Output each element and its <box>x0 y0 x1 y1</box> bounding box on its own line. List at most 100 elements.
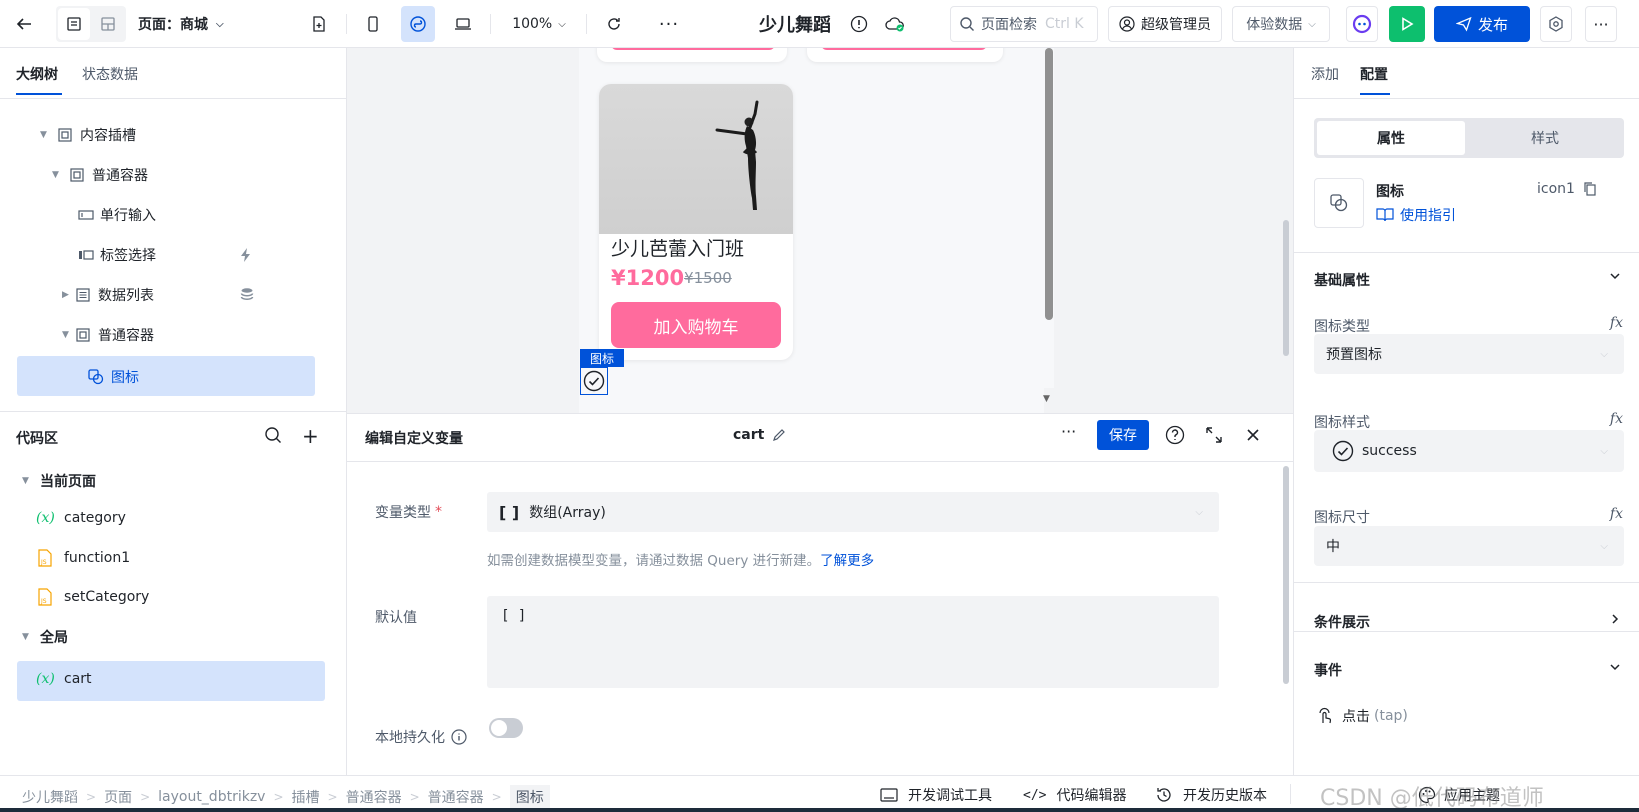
help-icon[interactable] <box>1165 425 1185 445</box>
tree-item-content-slot[interactable]: ▼ 内容插槽 <box>40 116 136 154</box>
user-icon <box>1119 16 1135 32</box>
edit-pencil-icon[interactable] <box>772 428 786 442</box>
mini-program-icon[interactable] <box>401 6 435 42</box>
code-editor-button[interactable]: </> 代码编辑器 <box>1023 785 1126 805</box>
chevron-down-icon[interactable] <box>1609 661 1621 673</box>
type-select[interactable]: [ ] 数组(Array) ⌵ <box>487 492 1219 532</box>
cloud-sync-icon[interactable] <box>882 6 908 42</box>
section-basic-props[interactable]: 基础属性 <box>1314 270 1370 290</box>
data-env-select[interactable]: 体验数据 ⌵ <box>1232 6 1330 42</box>
warning-icon[interactable] <box>846 6 872 42</box>
tree-item-data-list[interactable]: ▶ 数据列表 <box>62 276 258 314</box>
input-field-icon <box>78 210 94 220</box>
fx-icon[interactable]: fx <box>1610 506 1623 522</box>
page-selector[interactable]: 页面：商城 ⌵ <box>138 6 248 42</box>
icon-style-select[interactable]: success ⌵ <box>1314 430 1624 472</box>
learn-more-link[interactable]: 了解更多 <box>820 553 874 569</box>
canvas-scrollbar-thumb[interactable] <box>1045 48 1053 320</box>
breadcrumb-item[interactable]: 普通容器 <box>346 787 402 807</box>
breadcrumb-item[interactable]: layout_dbtrikzv <box>158 789 265 805</box>
copy-icon[interactable] <box>1583 181 1597 197</box>
breadcrumb-item[interactable]: 少儿舞蹈 <box>22 787 78 807</box>
code-item-function1[interactable]: JS function1 <box>36 549 130 567</box>
section-conditional-display[interactable]: 条件展示 <box>1314 612 1370 632</box>
lightning-icon <box>241 248 250 262</box>
save-button[interactable]: 保存 <box>1097 420 1149 450</box>
tab-config[interactable]: 配置 <box>1360 64 1388 84</box>
tree-item-single-input[interactable]: 单行输入 <box>78 196 156 234</box>
code-item-cart-selected[interactable]: (x) cart <box>17 661 325 701</box>
tree-item-container-2[interactable]: ▼ 普通容器 <box>62 316 154 354</box>
publish-button[interactable]: 发布 <box>1434 6 1530 42</box>
breadcrumb-item[interactable]: 普通容器 <box>428 787 484 807</box>
user-role-label: 超级管理员 <box>1141 17 1211 33</box>
product-name: 少儿芭蕾入门班 <box>611 238 745 260</box>
breadcrumb-current[interactable]: 图标 <box>509 785 550 809</box>
caret-down-icon: ▼ <box>22 632 29 642</box>
usage-guide-link[interactable]: 使用指引 <box>1376 205 1456 225</box>
area-scrollbar-thumb[interactable] <box>1283 220 1289 356</box>
info-icon[interactable] <box>451 729 467 745</box>
more-icon[interactable]: ··· <box>656 6 682 42</box>
tab-outline[interactable]: 大纲树 <box>16 64 58 84</box>
add-icon[interactable]: + <box>302 424 319 448</box>
default-value-input[interactable]: [ ] <box>487 596 1219 688</box>
back-arrow-icon[interactable] <box>10 6 38 42</box>
code-group-label: 全局 <box>40 630 68 646</box>
run-play-icon[interactable] <box>1389 6 1425 42</box>
chevron-right-icon[interactable] <box>1609 613 1621 625</box>
settings-hex-icon[interactable] <box>1540 6 1572 42</box>
code-item-setcategory[interactable]: JS setCategory <box>36 588 149 606</box>
breadcrumb-item[interactable]: 插槽 <box>292 787 320 807</box>
editor-scrollbar-thumb[interactable] <box>1283 466 1289 684</box>
tree-item-container[interactable]: ▼ 普通容器 <box>52 156 148 194</box>
code-group-global[interactable]: ▼ 全局 <box>22 627 68 647</box>
chevron-down-icon[interactable] <box>1609 270 1621 282</box>
breadcrumb-item[interactable]: 页面 <box>104 787 132 807</box>
debug-tool-label: 开发调试工具 <box>908 788 992 804</box>
debug-tool-button[interactable]: 开发调试工具 <box>880 785 992 805</box>
code-group-current-page[interactable]: ▼ 当前页面 <box>22 471 96 491</box>
variable-name[interactable]: cart <box>733 427 786 443</box>
layout-view-icon[interactable] <box>92 8 124 40</box>
component-id-text: icon1 <box>1537 181 1575 197</box>
user-role-button[interactable]: 超级管理员 <box>1108 6 1222 42</box>
fx-icon[interactable]: fx <box>1610 315 1623 331</box>
add-cart-button-prev[interactable] <box>611 48 775 50</box>
tab-add[interactable]: 添加 <box>1311 64 1339 84</box>
mobile-device-icon[interactable] <box>360 6 386 42</box>
ai-assistant-icon[interactable] <box>1346 6 1378 42</box>
history-version-button[interactable]: 开发历史版本 <box>1155 785 1267 805</box>
more-icon[interactable]: ··· <box>1061 422 1076 441</box>
segment-props[interactable]: 属性 <box>1317 121 1465 155</box>
tree-item-icon-selected[interactable]: 图标 <box>17 356 315 396</box>
add-cart-button[interactable]: 加入购物车 <box>611 302 781 348</box>
page-search[interactable]: 页面检索 Ctrl K <box>950 6 1098 42</box>
selected-success-icon[interactable] <box>580 367 608 395</box>
tab-state-data[interactable]: 状态数据 <box>82 64 138 84</box>
new-page-icon[interactable] <box>306 6 332 42</box>
close-icon[interactable] <box>1245 427 1261 443</box>
expand-icon[interactable] <box>1205 426 1223 444</box>
segment-style[interactable]: 样式 <box>1470 121 1620 155</box>
type-label: 变量类型 * <box>375 502 442 522</box>
section-events[interactable]: 事件 <box>1314 660 1342 680</box>
page-view-icon[interactable] <box>58 8 90 40</box>
more-menu-icon[interactable]: ··· <box>1585 6 1617 42</box>
desktop-device-icon[interactable] <box>448 6 478 42</box>
search-icon[interactable] <box>264 426 282 444</box>
fx-icon[interactable]: fx <box>1610 411 1623 427</box>
tree-item-tag-select[interactable]: 标签选择 <box>78 236 258 274</box>
code-brackets-icon: </> <box>1023 787 1047 803</box>
product-price: ¥1200 ¥1500 <box>611 266 732 290</box>
product-card[interactable]: 少儿芭蕾入门班 ¥1200 ¥1500 加入购物车 <box>599 84 793 360</box>
icon-type-select[interactable]: 预置图标 ⌵ <box>1314 334 1624 374</box>
persist-toggle[interactable] <box>489 718 523 738</box>
refresh-icon[interactable] <box>601 6 627 42</box>
code-item-category[interactable]: (x) category <box>36 510 126 526</box>
icon-size-select[interactable]: 中 ⌵ <box>1314 526 1624 566</box>
add-cart-button-prev[interactable] <box>821 48 987 50</box>
scroll-down-arrow-icon[interactable]: ▼ <box>1043 394 1050 404</box>
event-tap[interactable]: 点击 (tap) <box>1316 706 1408 726</box>
zoom-select[interactable]: 100% ⌵ <box>508 6 570 42</box>
